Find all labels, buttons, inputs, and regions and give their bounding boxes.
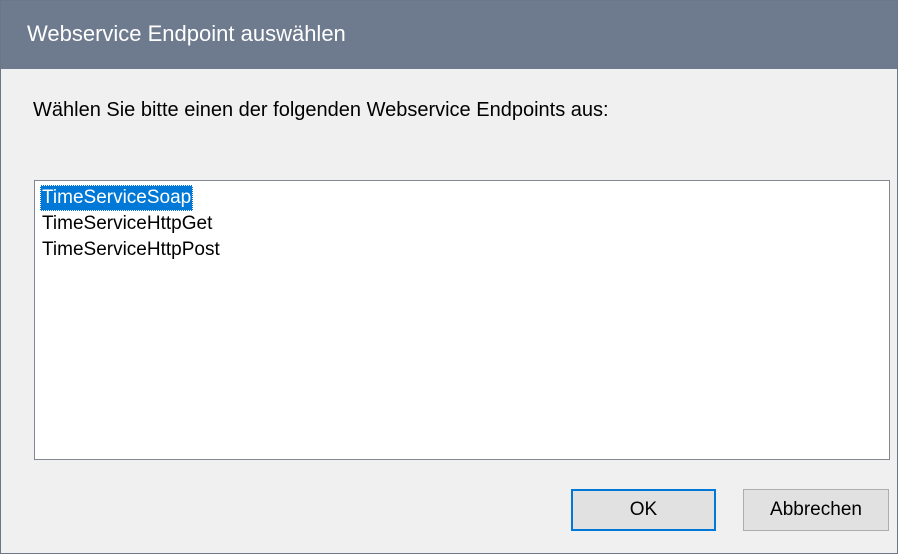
list-item-timeservicesoap[interactable]: TimeServiceSoap [40, 185, 194, 211]
dialog-prompt: Wählen Sie bitte einen der folgenden Web… [33, 99, 609, 121]
list-item-timeservicehttpget[interactable]: TimeServiceHttpGet [40, 211, 214, 237]
list-item-timeservicehttppost[interactable]: TimeServiceHttpPost [40, 237, 222, 263]
window-title: Webservice Endpoint auswählen [27, 21, 346, 46]
title-bar[interactable]: Webservice Endpoint auswählen [1, 1, 897, 69]
ok-button[interactable]: OK [571, 489, 716, 531]
endpoint-listbox[interactable]: TimeServiceSoap TimeServiceHttpGet TimeS… [34, 180, 890, 460]
dialog-window: Webservice Endpoint auswählen Wählen Sie… [0, 0, 898, 554]
cancel-button[interactable]: Abbrechen [743, 489, 889, 531]
